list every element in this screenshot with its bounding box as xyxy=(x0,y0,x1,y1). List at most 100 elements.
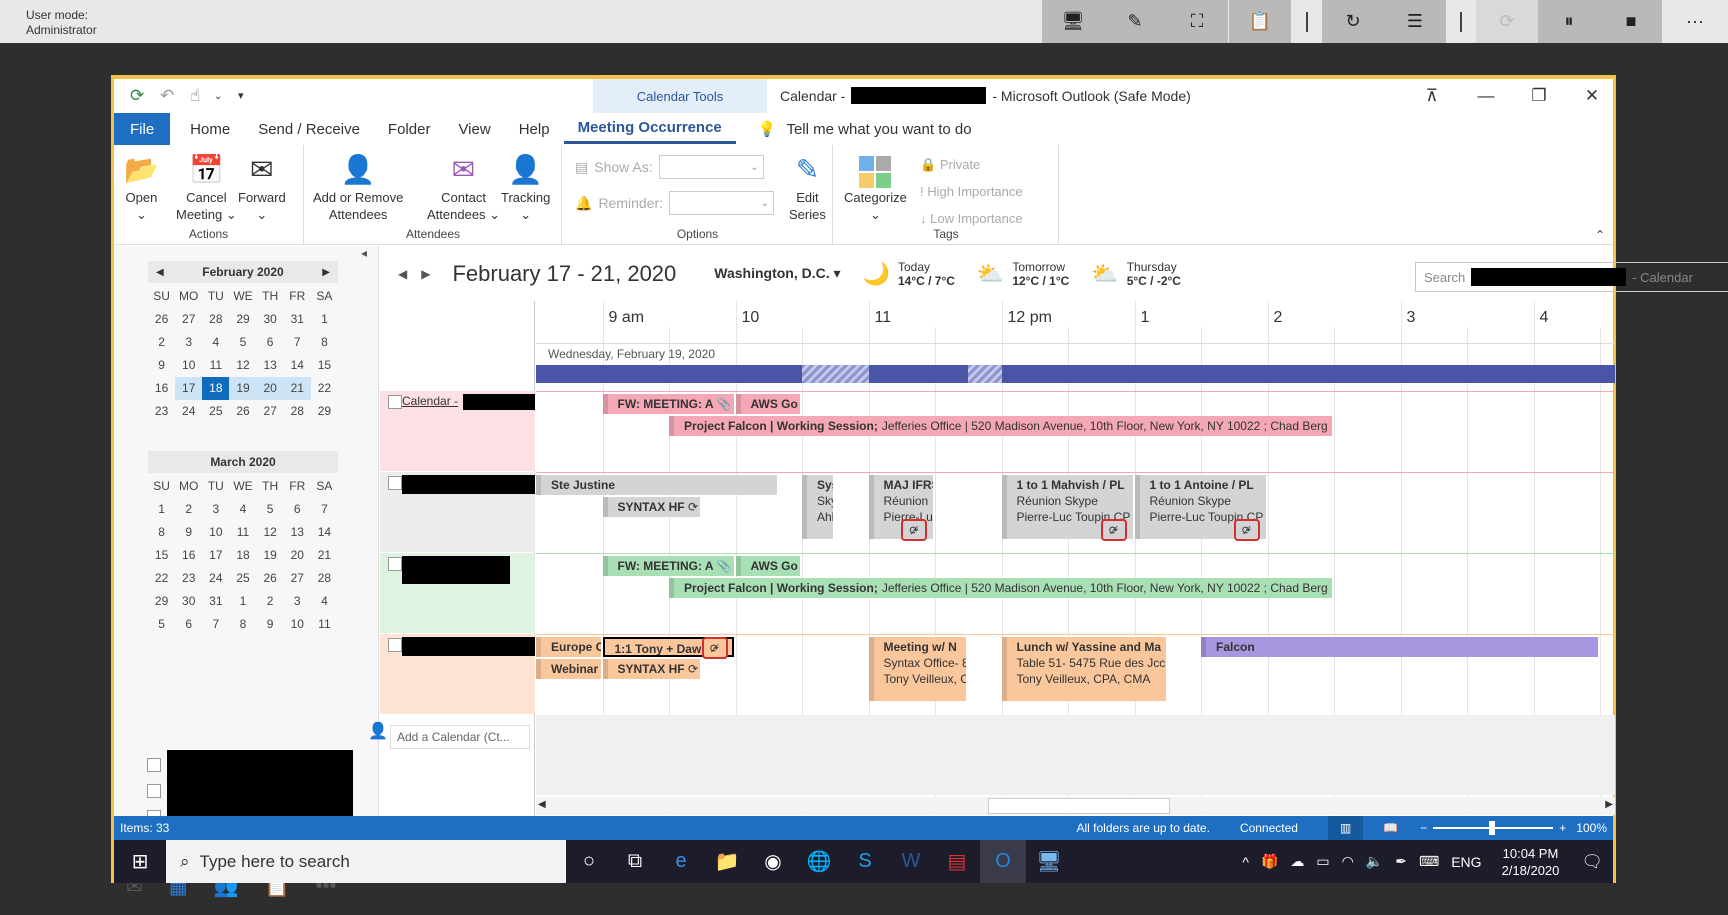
calendar-row-label[interactable] xyxy=(380,634,535,714)
language-indicator[interactable]: ENG xyxy=(1451,854,1481,870)
calendar-day[interactable]: 5 xyxy=(229,331,256,354)
calendar-row-checkbox[interactable] xyxy=(388,638,402,652)
weather-forecast[interactable]: ⛅ Thursday 5°C / -2°C xyxy=(1091,260,1181,288)
sync-button[interactable]: ⟳ xyxy=(1476,0,1538,43)
calendar-day[interactable]: 29 xyxy=(311,400,338,423)
calendar-day[interactable]: 11 xyxy=(202,354,229,377)
calendar-day[interactable]: 16 xyxy=(175,544,202,567)
calendar-day[interactable]: 11 xyxy=(311,613,338,636)
scroll-left-button[interactable]: ◀ xyxy=(538,799,546,810)
edit-series-button[interactable]: ✎ Edit Series xyxy=(789,151,826,223)
edit-button[interactable]: ✎ xyxy=(1104,0,1166,43)
tab-folder[interactable]: Folder xyxy=(374,113,445,145)
file-explorer-icon[interactable]: 📁 xyxy=(704,840,750,883)
start-button[interactable]: ⊞ xyxy=(114,840,166,883)
calendar-day[interactable]: 20 xyxy=(284,544,311,567)
calendar-day[interactable]: 26 xyxy=(229,400,256,423)
restore-button[interactable]: ❐ xyxy=(1519,83,1559,109)
calendar-day[interactable]: 2 xyxy=(257,590,284,613)
send-receive-all-icon[interactable]: ⟳ xyxy=(130,86,144,106)
calendar-day[interactable]: 3 xyxy=(202,498,229,521)
calendar-day[interactable]: 28 xyxy=(202,308,229,331)
calendar-day[interactable]: 6 xyxy=(175,613,202,636)
private-button[interactable]: 🔒 Private xyxy=(920,151,1023,178)
scrollbar-thumb[interactable] xyxy=(988,798,1170,814)
calendar-event[interactable]: AWS Go xyxy=(735,394,800,414)
zoom-in-button[interactable]: + xyxy=(1559,821,1566,835)
categorize-button[interactable]: Categorize ⌄ xyxy=(844,151,907,223)
calendar-day[interactable]: 4 xyxy=(229,498,256,521)
calendar-day[interactable]: 14 xyxy=(311,521,338,544)
tell-me-box[interactable]: 💡 Tell me what you want to do xyxy=(758,120,972,139)
contact-attendees-button[interactable]: ✉ Contact Attendees ⌄ xyxy=(427,151,500,223)
calendar-day[interactable]: 2 xyxy=(148,331,175,354)
tab-send-receive[interactable]: Send / Receive xyxy=(244,113,374,145)
list-button[interactable]: ☰ xyxy=(1384,0,1446,43)
remote-desktop-icon[interactable]: 🖥 xyxy=(1026,840,1072,883)
calendar-day[interactable]: 6 xyxy=(257,331,284,354)
clock[interactable]: 10:04 PM 2/18/2020 xyxy=(1502,845,1560,879)
calendar-day[interactable]: 29 xyxy=(229,308,256,331)
calendar-row-checkbox[interactable] xyxy=(388,395,402,409)
calendar-day[interactable]: 12 xyxy=(257,521,284,544)
show-hidden-icons[interactable]: ^ xyxy=(1242,854,1249,870)
calendar-day[interactable]: 11 xyxy=(229,521,256,544)
calendar-day[interactable]: 5 xyxy=(148,613,175,636)
scroll-right-button[interactable]: ▶ xyxy=(1605,799,1613,810)
calendar-day[interactable]: 18 xyxy=(202,377,230,400)
calendar-event[interactable]: AWS Go xyxy=(735,556,800,576)
calendar-day[interactable]: 21 xyxy=(311,544,338,567)
zoom-slider[interactable] xyxy=(1433,821,1554,835)
recurrence-exception-icon[interactable]: ⟳̸ xyxy=(1233,519,1260,541)
tracking-button[interactable]: 👤 Tracking ⌄ xyxy=(501,151,550,223)
edge-icon[interactable]: e xyxy=(658,840,704,883)
calendar-day[interactable]: 10 xyxy=(284,613,311,636)
fullscreen-button[interactable]: ⛶ xyxy=(1166,0,1228,43)
tab-view[interactable]: View xyxy=(444,113,504,145)
calendar-day[interactable]: 9 xyxy=(257,613,284,636)
zoom-level[interactable]: 100% xyxy=(1576,821,1607,835)
gift-icon[interactable]: 🎁 xyxy=(1261,853,1278,870)
add-remove-attendees-button[interactable]: 👤 Add or Remove Attendees xyxy=(313,151,403,223)
calendar-day[interactable]: 10 xyxy=(202,521,229,544)
outlook-icon[interactable]: O xyxy=(980,840,1026,883)
taskbar-search-box[interactable]: ⌕ Type here to search xyxy=(166,840,566,883)
calendar-day[interactable]: 16 xyxy=(148,377,175,400)
calendar-day[interactable]: 1 xyxy=(311,308,338,331)
address-book-icon[interactable]: 👤 xyxy=(368,721,388,741)
calendar-event[interactable]: Lunch w/ Yassine and Ma Table 51- 5475 Ru… xyxy=(1001,637,1166,701)
calendar-day[interactable]: 27 xyxy=(284,567,311,590)
calendar-day[interactable]: 28 xyxy=(311,567,338,590)
calendar-row-checkbox[interactable] xyxy=(388,476,402,490)
pen-icon[interactable]: ✒ xyxy=(1395,853,1407,870)
forward-button[interactable]: ✉ Forward ⌄ xyxy=(238,151,286,223)
calendar-event[interactable]: SystSkypAhlre xyxy=(802,475,834,539)
battery-icon[interactable]: ▭ xyxy=(1316,853,1329,870)
calendar-day[interactable]: 7 xyxy=(202,613,229,636)
calendar-row-label[interactable] xyxy=(380,472,535,552)
undo-icon[interactable]: ↶ xyxy=(160,86,174,106)
calendar-day[interactable]: 1 xyxy=(229,590,256,613)
skype-icon[interactable]: S xyxy=(842,840,888,883)
calendar-checkbox[interactable] xyxy=(147,784,161,798)
weather-location-dropdown[interactable]: Washington, D.C. ▾ xyxy=(714,265,840,282)
calendar-day[interactable]: 13 xyxy=(284,521,311,544)
calendar-day[interactable]: 13 xyxy=(257,354,284,377)
ribbon-display-options-button[interactable]: ⊼ xyxy=(1412,83,1452,109)
calendar-day[interactable]: 28 xyxy=(284,400,311,423)
next-range-button[interactable]: ▶ xyxy=(421,267,430,281)
calendar-event[interactable]: FW: MEETING: A 📎 xyxy=(602,556,734,576)
onedrive-icon[interactable]: ☁ xyxy=(1290,853,1304,870)
calendar-day[interactable]: 22 xyxy=(148,567,175,590)
calendar-day[interactable]: 3 xyxy=(284,590,311,613)
calendar-day[interactable]: 27 xyxy=(257,400,284,423)
calendar-day[interactable]: 7 xyxy=(284,331,311,354)
calendar-day[interactable]: 8 xyxy=(148,521,175,544)
weather-forecast[interactable]: 🌙 Today 14°C / 7°C xyxy=(863,260,955,288)
previous-range-button[interactable]: ◀ xyxy=(398,267,407,281)
calendar-day[interactable]: 9 xyxy=(175,521,202,544)
calendar-day[interactable]: 15 xyxy=(148,544,175,567)
calendar-day[interactable]: 29 xyxy=(148,590,175,613)
tab-meeting-occurrence[interactable]: Meeting Occurrence xyxy=(563,114,736,144)
calendar-event[interactable]: Ste Justine xyxy=(536,475,778,495)
